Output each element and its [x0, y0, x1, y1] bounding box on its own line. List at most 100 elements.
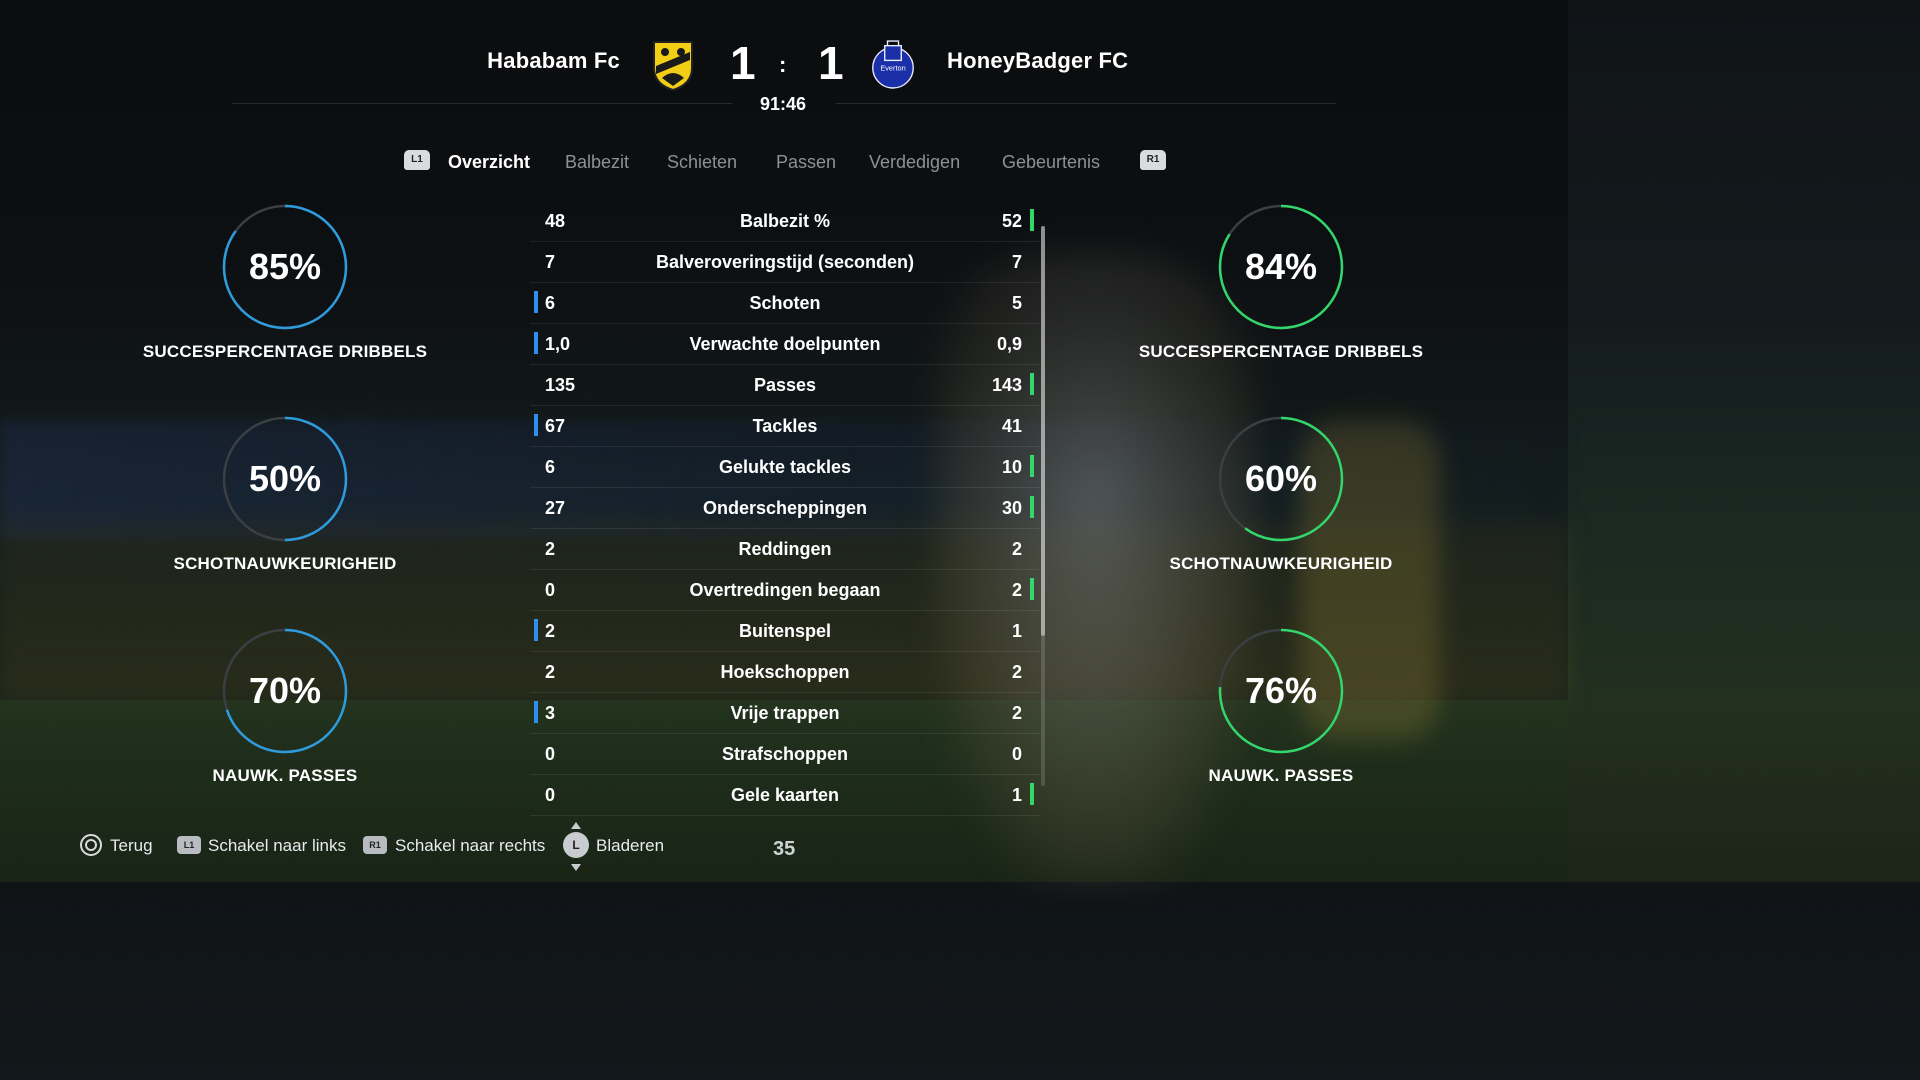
stat-row: 3 Vrije trappen 2 [530, 693, 1040, 734]
stat-row: 6 Schoten 5 [530, 283, 1040, 324]
away-stat-value: 1 [1011, 785, 1022, 805]
stat-row: 48 Balbezit % 52 [530, 201, 1040, 242]
away-stat-value: 30 [1001, 498, 1022, 518]
home-pass-accuracy: 70% NAUWK. PASSES [135, 628, 435, 786]
ring-label: SUCCESPERCENTAGE DRIBBELS [142, 342, 428, 361]
stat-row: 2 Reddingen 2 [530, 529, 1040, 570]
away-stat-value: 41 [1001, 416, 1022, 436]
home-leader-bar [534, 291, 538, 313]
l1-shoulder-icon[interactable]: L1 [404, 150, 430, 170]
switch-left-hint[interactable]: Schakel naar links [208, 836, 346, 856]
r1-shoulder-icon[interactable]: R1 [1140, 150, 1166, 170]
match-clock: 91:46 [760, 94, 807, 114]
stat-label: Buitenspel [738, 621, 831, 641]
stat-label: Gele kaarten [730, 785, 840, 805]
away-leader-bar [1030, 783, 1034, 805]
ring-label: SUCCESPERCENTAGE DRIBBELS [1138, 342, 1424, 361]
home-stat-value: 0 [545, 744, 556, 764]
home-stat-value: 2 [545, 662, 556, 682]
stats-scrollbar-thumb[interactable] [1041, 226, 1045, 636]
back-hint[interactable]: Terug [110, 836, 153, 856]
scoreboard: Hababam Fc 1 : 1 Everton HoneyBadger FC … [0, 0, 1568, 120]
away-leader-bar [1030, 373, 1034, 395]
home-stat-value: 2 [545, 539, 556, 559]
stats-tabs: L1 Overzicht Balbezit Schieten Passen Ve… [0, 150, 1568, 178]
l1-button-icon[interactable]: L1 [177, 836, 201, 854]
left-stick-icon[interactable]: L [563, 832, 589, 858]
stat-label: Overtredingen begaan [689, 580, 881, 600]
ring-label: SCHOTNAUWKEURIGHEID [173, 554, 397, 573]
browse-hint[interactable]: Bladeren [596, 836, 664, 856]
stat-row: 7 Balveroveringstijd (seconden) 7 [530, 242, 1040, 283]
away-pass-accuracy: 76% NAUWK. PASSES [1131, 628, 1431, 786]
tab-balbezit[interactable]: Balbezit [565, 152, 629, 173]
home-stat-value: 48 [545, 211, 566, 231]
ring-value: 50% [248, 458, 322, 499]
away-stat-value: 0 [1011, 744, 1022, 764]
home-stat-value: 1,0 [545, 334, 571, 354]
away-crest-icon: Everton [872, 40, 914, 89]
tab-passen[interactable]: Passen [776, 152, 836, 173]
stat-label: Verwachte doelpunten [689, 334, 881, 354]
home-team-name: Hababam Fc [487, 48, 620, 73]
stat-row: 0 Strafschoppen 0 [530, 734, 1040, 775]
home-shot-accuracy: 50% SCHOTNAUWKEURIGHEID [135, 416, 435, 574]
ring-value: 70% [248, 670, 322, 711]
away-stat-value: 2 [1011, 662, 1022, 682]
progress-ring: 50% [222, 416, 348, 542]
r1-button-icon[interactable]: R1 [363, 836, 387, 854]
progress-ring: 70% [222, 628, 348, 754]
stat-row: 2 Hoekschoppen 2 [530, 652, 1040, 693]
tab-verdedigen[interactable]: Verdedigen [869, 152, 960, 173]
away-shot-accuracy: 60% SCHOTNAUWKEURIGHEID [1131, 416, 1431, 574]
stat-label: Reddingen [738, 539, 832, 559]
stat-row: 0 Overtredingen begaan 2 [530, 570, 1040, 611]
arrow-down-icon [571, 864, 581, 871]
away-stat-value: 10 [1001, 457, 1022, 477]
stat-label: Onderscheppingen [702, 498, 868, 518]
away-dribble-success: 84% SUCCESPERCENTAGE DRIBBELS [1131, 204, 1431, 362]
progress-ring: 60% [1218, 416, 1344, 542]
ring-value: 76% [1244, 670, 1318, 711]
stat-row: 2 Buitenspel 1 [530, 611, 1040, 652]
home-dribble-success: 85% SUCCESPERCENTAGE DRIBBELS [135, 204, 435, 362]
stat-row: 27 Onderscheppingen 30 [530, 488, 1040, 529]
away-stat-value: 2 [1011, 580, 1022, 600]
tab-gebeurtenis[interactable]: Gebeurtenis [1002, 152, 1100, 173]
ring-label: SCHOTNAUWKEURIGHEID [1169, 554, 1393, 573]
away-score: 1 [818, 37, 844, 89]
home-stat-value: 2 [545, 621, 556, 641]
circle-button-icon[interactable] [80, 834, 102, 856]
ring-label: NAUWK. PASSES [1208, 766, 1354, 785]
ring-value: 85% [248, 246, 322, 287]
header-divider-left [232, 103, 732, 104]
home-stat-value: 7 [545, 252, 556, 272]
away-leader-bar [1030, 455, 1034, 477]
stats-table[interactable]: 48 Balbezit % 52 7 Balveroveringstijd (secon… [530, 201, 1040, 816]
button-hints: Terug L1 Schakel naar links R1 Schakel n… [0, 822, 1568, 871]
stat-label: Gelukte tackles [718, 457, 852, 477]
home-stat-value: 6 [545, 293, 556, 313]
progress-ring: 84% [1218, 204, 1344, 330]
home-leader-bar [534, 414, 538, 436]
stat-row: 0 Gele kaarten 1 [530, 775, 1040, 816]
stat-row: 1,0 Verwachte doelpunten 0,9 [530, 324, 1040, 365]
ring-value: 60% [1244, 458, 1318, 499]
away-team-name: HoneyBadger FC [947, 48, 1129, 73]
switch-right-hint[interactable]: Schakel naar rechts [395, 836, 545, 856]
tab-overzicht[interactable]: Overzicht [448, 152, 530, 173]
home-stat-value: 0 [545, 580, 556, 600]
home-stat-value: 67 [545, 416, 566, 436]
home-stat-value: 0 [545, 785, 556, 805]
away-stat-value: 52 [1001, 211, 1022, 231]
svg-text:Everton: Everton [880, 64, 905, 73]
progress-ring: 76% [1218, 628, 1344, 754]
home-stat-value: 3 [545, 703, 556, 723]
page-number: 35 [773, 838, 796, 860]
away-stat-value: 143 [991, 375, 1022, 395]
tab-schieten[interactable]: Schieten [667, 152, 737, 173]
home-leader-bar [534, 701, 538, 723]
stat-row: 6 Gelukte tackles 10 [530, 447, 1040, 488]
score-separator: : [779, 52, 787, 77]
away-stat-value: 2 [1011, 703, 1022, 723]
